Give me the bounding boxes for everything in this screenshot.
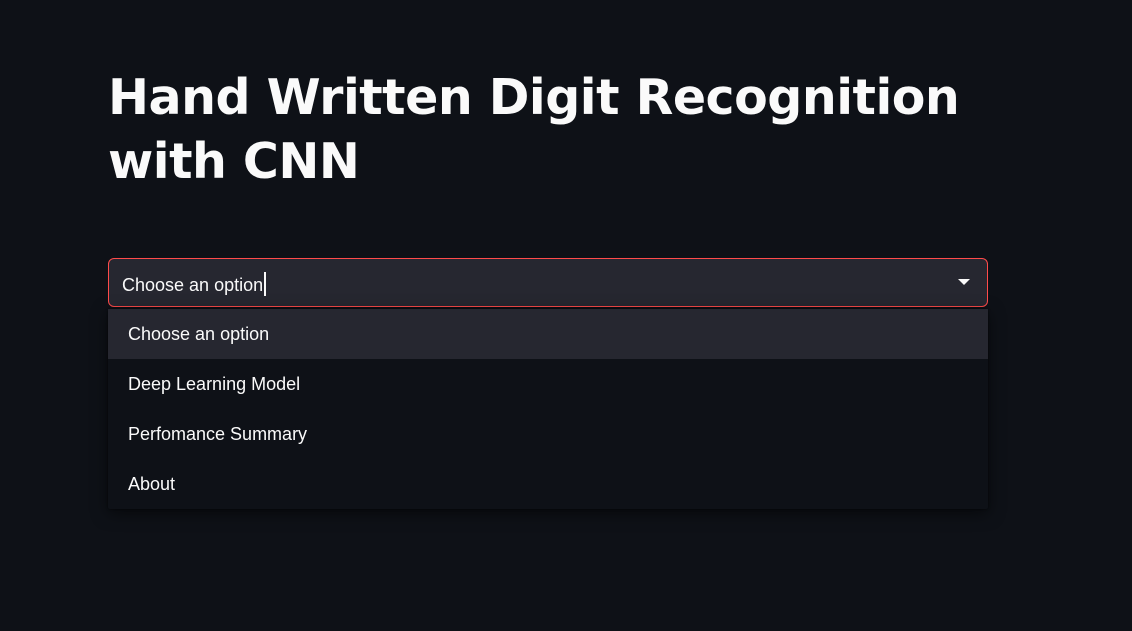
option-deep-learning-model[interactable]: Deep Learning Model	[108, 359, 988, 409]
select-value-text: Choose an option	[122, 275, 264, 295]
chevron-down-icon[interactable]	[958, 279, 970, 285]
text-cursor	[264, 272, 267, 296]
select-value[interactable]: Choose an option	[122, 272, 267, 296]
option-about[interactable]: About	[108, 459, 988, 509]
option-choose-an-option[interactable]: Choose an option	[108, 309, 988, 359]
page-title: Hand Written Digit Recognition with CNN	[108, 69, 960, 190]
option-select[interactable]: Choose an option	[108, 258, 988, 307]
option-performance-summary[interactable]: Perfomance Summary	[108, 409, 988, 459]
select-dropdown-menu: Choose an option Deep Learning Model Per…	[108, 309, 988, 509]
